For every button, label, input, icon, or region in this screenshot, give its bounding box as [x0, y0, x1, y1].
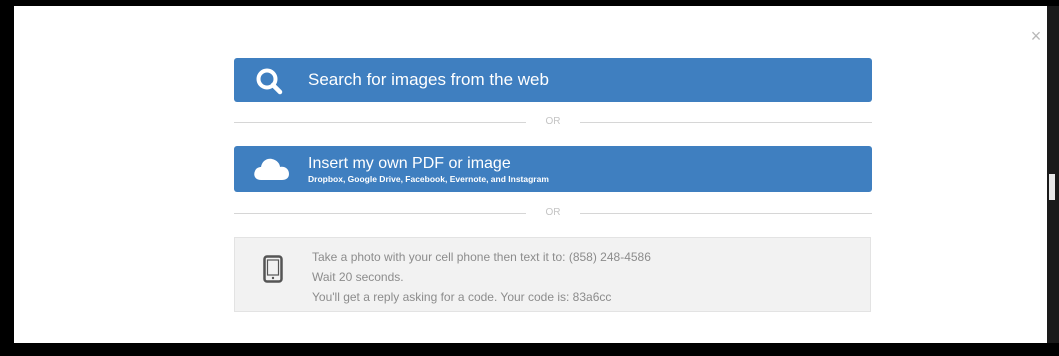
divider-line: [234, 122, 526, 123]
or-divider: OR: [234, 115, 872, 129]
instruction-line-2: Wait 20 seconds.: [312, 270, 404, 284]
or-label: OR: [545, 116, 561, 127]
instruction-line-3: You'll get a reply asking for a code. Yo…: [312, 290, 612, 304]
search-web-images-button[interactable]: Search for images from the web: [234, 58, 872, 102]
close-icon[interactable]: ×: [1028, 27, 1044, 45]
search-web-images-label: Search for images from the web: [308, 70, 549, 89]
background-edge: [1047, 6, 1059, 343]
divider-line: [234, 213, 526, 214]
or-divider: OR: [234, 206, 872, 220]
instruction-line-1: Take a photo with your cell phone then t…: [312, 250, 651, 264]
insert-sources-label: Dropbox, Google Drive, Facebook, Evernot…: [308, 174, 549, 184]
cloud-icon: [254, 158, 289, 180]
divider-line: [580, 213, 872, 214]
scroll-handle: [1049, 174, 1055, 200]
image-insert-modal: × Search for images from the web OR Inse…: [14, 6, 1047, 343]
insert-pdf-or-image-button[interactable]: Insert my own PDF or image Dropbox, Goog…: [234, 146, 872, 192]
or-label: OR: [545, 207, 561, 218]
divider-line: [580, 122, 872, 123]
insert-pdf-or-image-label: Insert my own PDF or image: [308, 155, 511, 172]
text-photo-instructions: Take a photo with your cell phone then t…: [234, 237, 871, 312]
phone-icon: [263, 255, 283, 283]
search-icon: [256, 68, 283, 95]
